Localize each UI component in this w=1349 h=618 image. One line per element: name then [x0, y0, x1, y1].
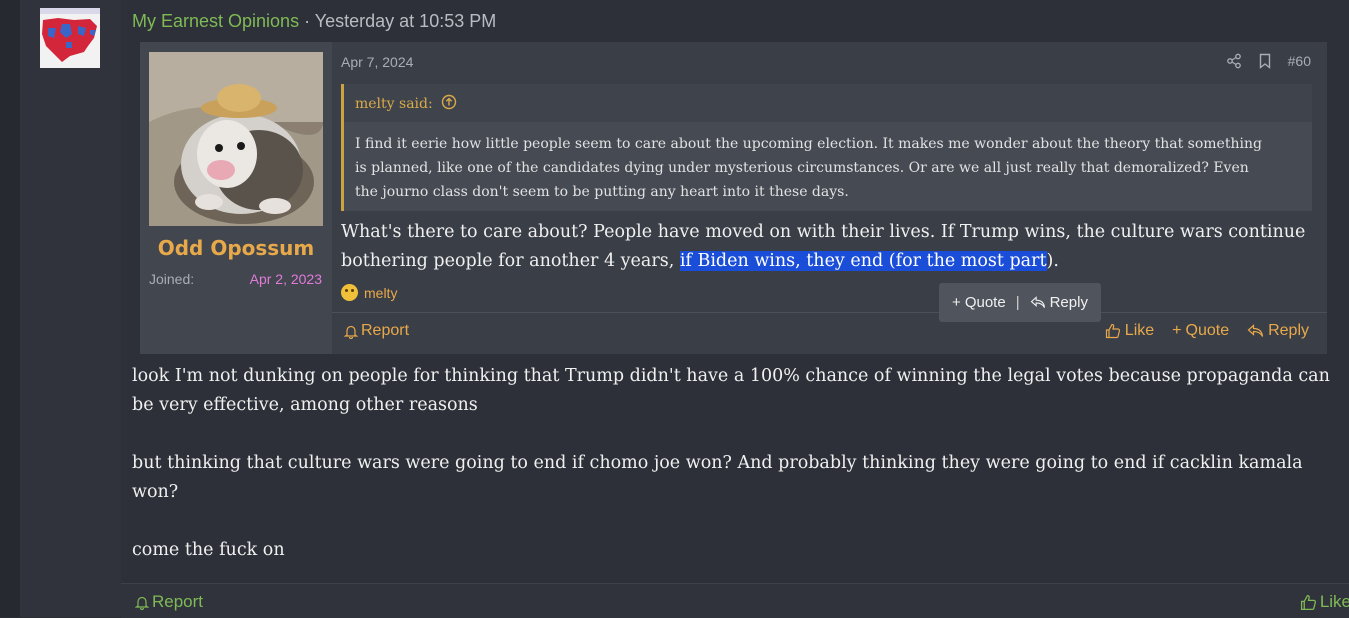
reactions-bar[interactable]: melty [341, 284, 397, 301]
reply-icon [1247, 324, 1264, 337]
embed-username[interactable]: Odd Opossum [140, 236, 332, 260]
embed-post-date[interactable]: Apr 7, 2024 [341, 54, 413, 70]
quote-block: melty said: I find it eerie how little p… [341, 84, 1312, 211]
bell-icon [135, 596, 149, 610]
selection-reply-label: Reply [1049, 294, 1088, 311]
selection-popup: + Quote | Reply [939, 283, 1101, 322]
embed-report-button[interactable]: Report [344, 322, 409, 340]
embedded-post: Odd Opossum Joined: Apr 2, 2023 Apr 7, 2… [140, 42, 1327, 354]
share-icon[interactable] [1226, 53, 1242, 69]
joined-label: Joined: [149, 271, 195, 287]
reply-icon [1030, 296, 1045, 308]
reaction-user[interactable]: melty [364, 285, 397, 301]
post-user-column [20, 0, 121, 617]
like-label: Like [1319, 592, 1349, 611]
post-paragraph: but thinking that culture wars were goin… [132, 453, 1303, 502]
selection-quote-label: Quote [964, 294, 1006, 311]
embed-quote-button[interactable]: + Quote [1172, 322, 1229, 340]
embed-like-label: Like [1124, 322, 1155, 339]
quote-header: melty said: [344, 84, 1312, 122]
arrow-up-circle-icon[interactable] [441, 94, 457, 114]
report-label: Report [152, 592, 204, 611]
embed-post-text: What's there to care about? People have … [341, 218, 1316, 276]
post-number-link[interactable]: #60 [1288, 53, 1311, 69]
thinking-emoji-icon [341, 284, 358, 301]
embed-reply-label: Reply [1268, 322, 1309, 339]
quote-author-label: melty said: [355, 96, 433, 112]
embed-post-footer: Report Like + Quote Reply [332, 312, 1327, 355]
bookmark-icon[interactable] [1258, 53, 1272, 69]
joined-date: Apr 2, 2023 [249, 271, 322, 287]
quote-text: I find it eerie how little people seem t… [355, 136, 1262, 200]
author-avatar[interactable] [40, 8, 100, 68]
popup-divider: | [1015, 294, 1020, 311]
embed-text-after: ). [1046, 251, 1059, 271]
embed-footer-actions: Like + Quote Reply [1105, 322, 1309, 340]
thumbs-up-icon [1105, 323, 1120, 339]
selected-text: if Biden wins, they end (for the most pa… [679, 251, 1047, 271]
like-button[interactable]: Like [1300, 592, 1349, 612]
selection-quote-button[interactable]: + Quote [952, 294, 1006, 311]
quote-author-link[interactable]: melty said: [355, 94, 457, 114]
thumbs-up-icon [1300, 594, 1316, 610]
embed-post-actions: #60 [1226, 53, 1311, 69]
left-gutter [0, 0, 20, 617]
post-paragraph: look I'm not dunking on people for think… [132, 366, 1330, 415]
embed-reply-button[interactable]: Reply [1247, 322, 1309, 340]
embed-user-panel: Odd Opossum Joined: Apr 2, 2023 [140, 42, 332, 354]
plus-icon: + [1172, 322, 1182, 339]
report-button[interactable]: Report [135, 592, 203, 612]
embed-avatar[interactable] [149, 52, 324, 226]
bell-icon [344, 325, 358, 339]
post-message: look I'm not dunking on people for think… [132, 362, 1347, 565]
selection-reply-button[interactable]: Reply [1030, 294, 1088, 311]
embed-quote-label: Quote [1185, 322, 1230, 339]
embed-report-label: Report [361, 322, 410, 339]
author-link[interactable]: My Earnest Opinions [132, 11, 299, 31]
post-footer: Report Like [121, 583, 1349, 618]
embed-like-button[interactable]: Like [1105, 322, 1154, 340]
plus-icon: + [952, 294, 961, 311]
header-separator: · [304, 11, 311, 31]
post-paragraph: come the fuck on [132, 540, 285, 560]
post-timestamp[interactable]: Yesterday at 10:53 PM [315, 11, 496, 31]
post-header: My Earnest Opinions · Yesterday at 10:53… [132, 11, 496, 32]
